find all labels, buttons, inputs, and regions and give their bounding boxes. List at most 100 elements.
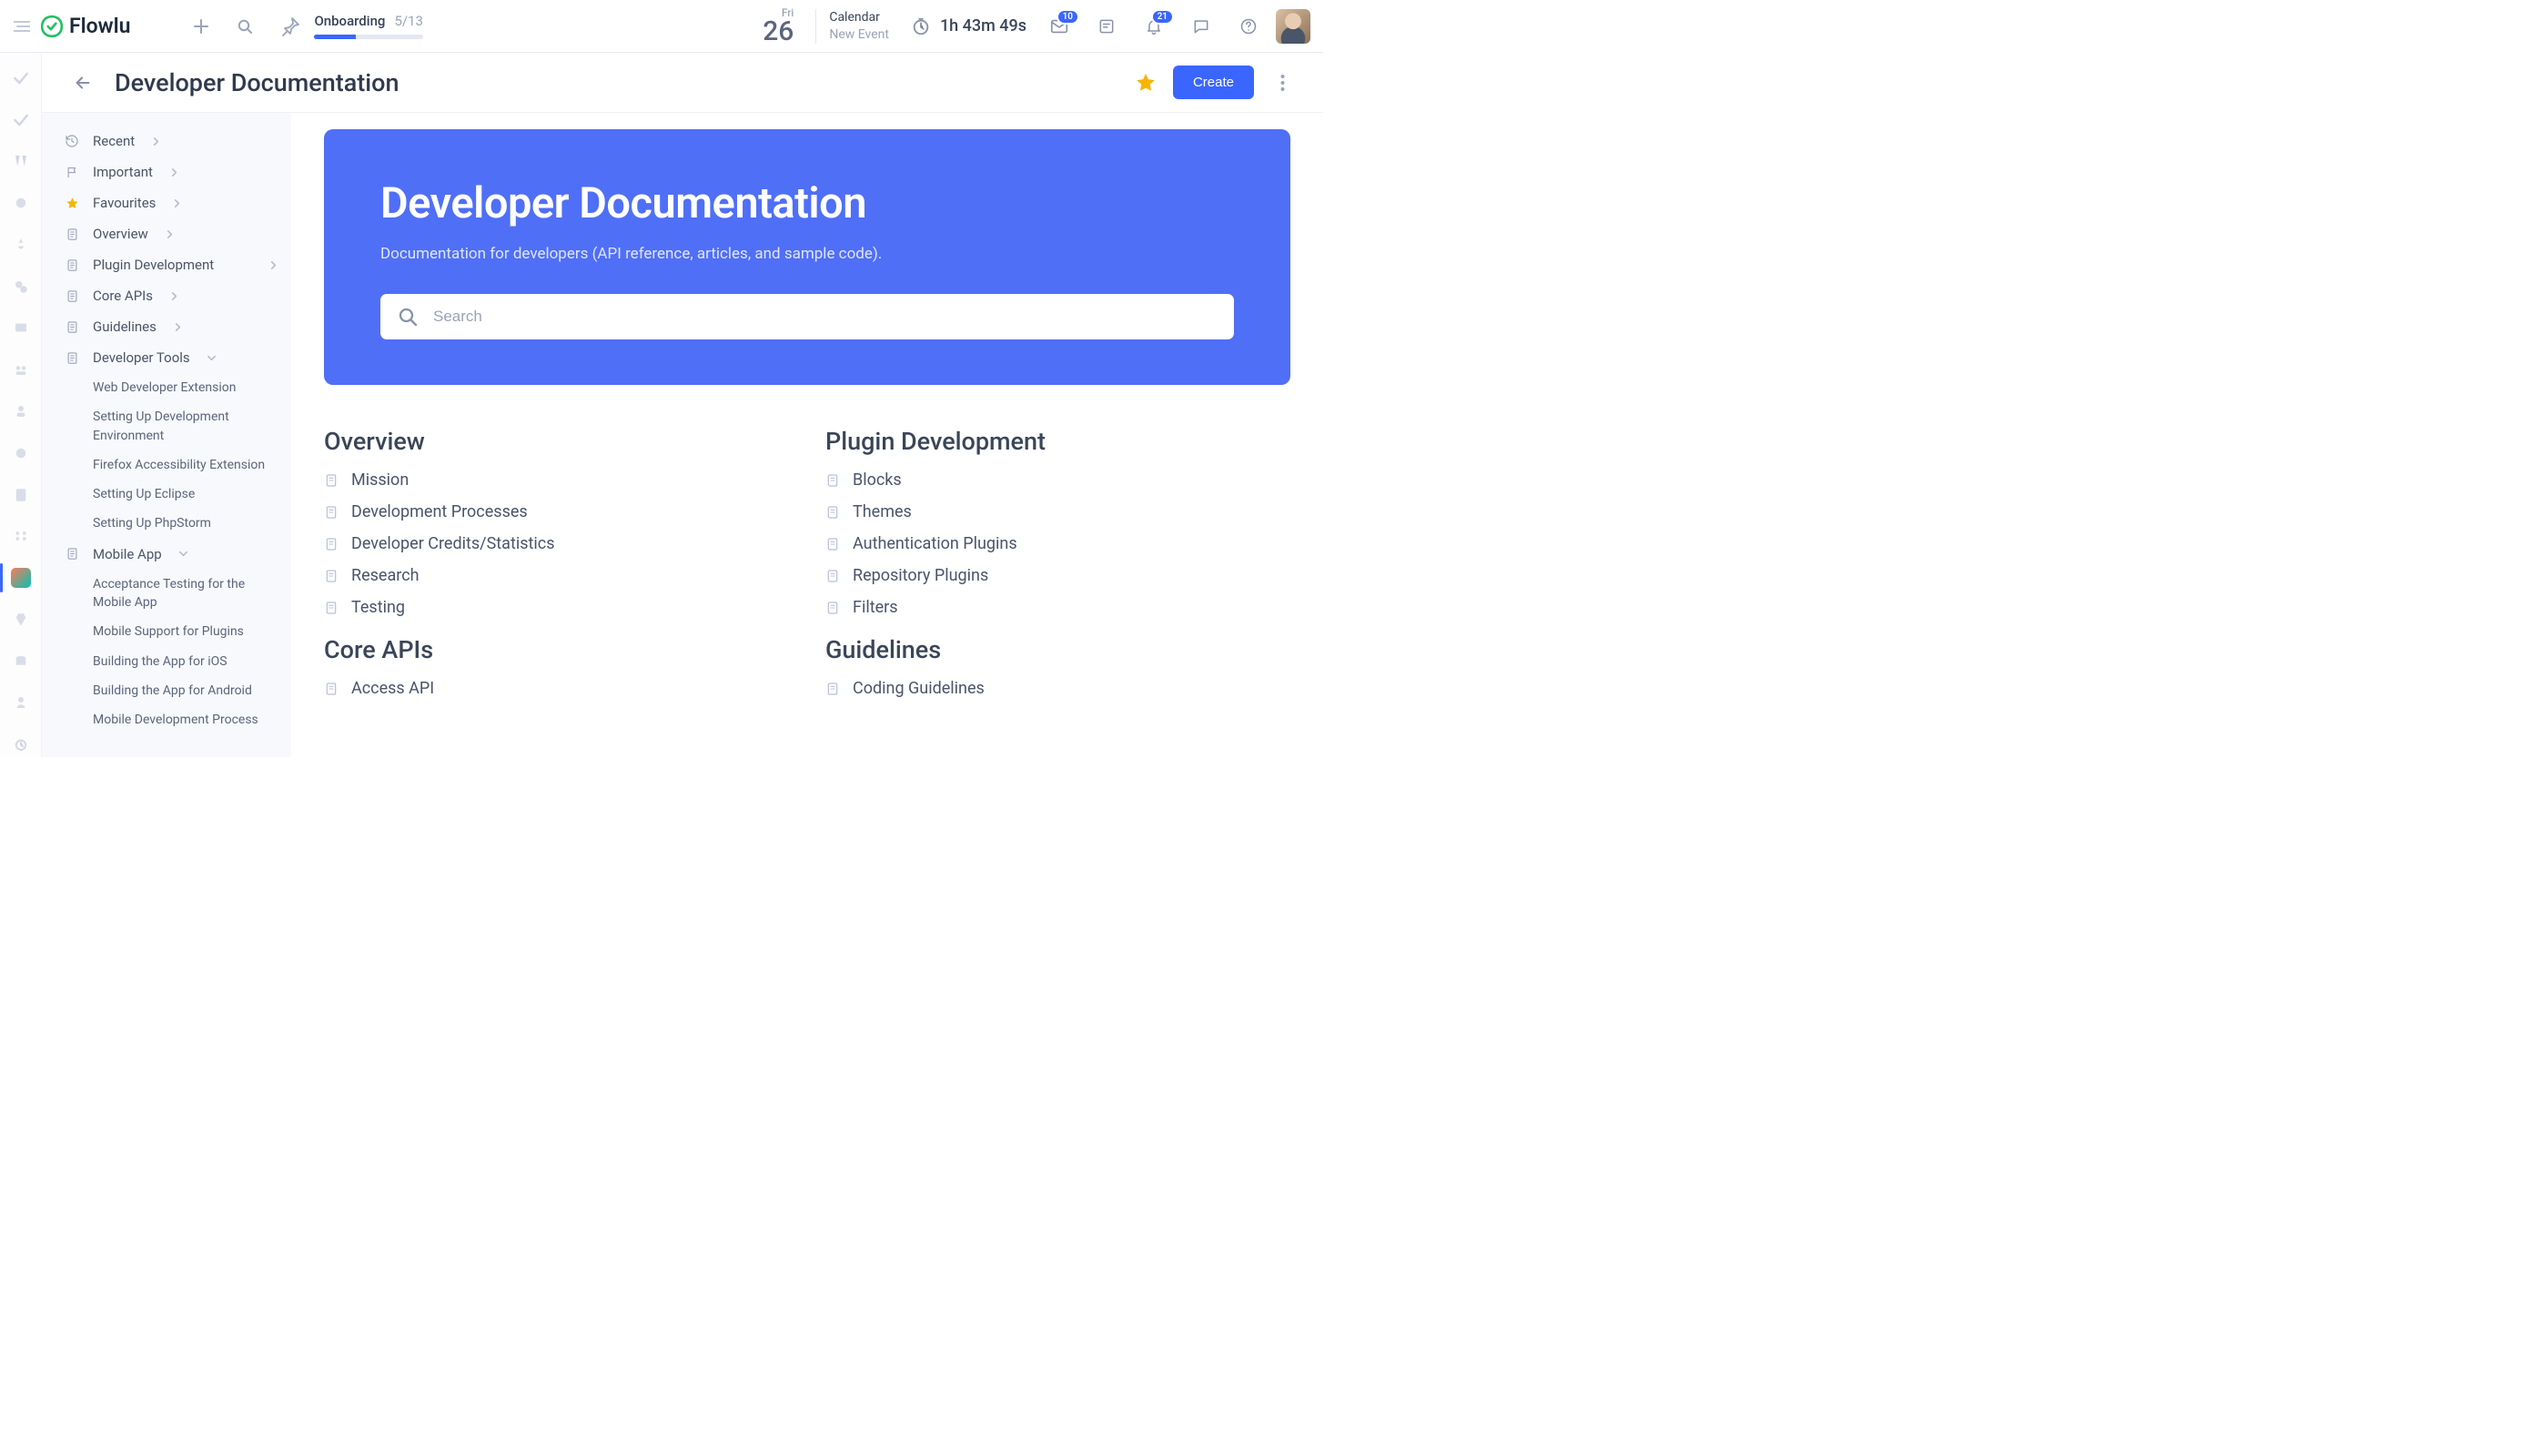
sidebar-sub-item[interactable]: Mobile Support for Plugins [42, 617, 291, 646]
notes-button[interactable] [1087, 6, 1127, 46]
hero-search[interactable] [380, 294, 1234, 339]
section-link[interactable]: Themes [825, 502, 1290, 521]
document-icon [825, 537, 840, 551]
sidebar-item-label: Overview [93, 226, 148, 242]
logo-icon [40, 15, 64, 38]
back-button[interactable] [67, 67, 98, 98]
timer-widget[interactable]: 1h 43m 49s [911, 16, 1026, 36]
document-icon [825, 473, 840, 488]
section-link-label: Mission [351, 470, 409, 490]
sidebar-item-label: Important [93, 164, 153, 180]
document-icon [324, 569, 339, 583]
calendar-new-event: New Event [829, 27, 889, 42]
add-button[interactable] [181, 6, 221, 46]
create-button[interactable]: Create [1173, 66, 1254, 99]
document-icon [324, 473, 339, 488]
onboarding-widget[interactable]: Onboarding 5/13 [279, 13, 423, 39]
section-title: Core APIs [324, 635, 789, 664]
flag-icon [64, 166, 80, 179]
search-button[interactable] [225, 6, 265, 46]
section-title: Plugin Development [825, 427, 1290, 456]
section-link[interactable]: Coding Guidelines [825, 679, 1290, 698]
rail-item[interactable] [8, 649, 34, 674]
sidebar-item-label: Core APIs [93, 288, 153, 304]
section-link[interactable]: Filters [825, 598, 1290, 617]
sidebar-sub-item[interactable]: Firefox Accessibility Extension [42, 450, 291, 480]
section-link[interactable]: Repository Plugins [825, 566, 1290, 585]
sidebar-sub-item[interactable]: Mobile Development Process [42, 705, 291, 734]
hero-title: Developer Documentation [380, 178, 1234, 228]
section-link-label: Coding Guidelines [853, 679, 985, 698]
sidebar-sub-item[interactable]: Acceptance Testing for the Mobile App [42, 570, 291, 618]
section: Core APIs Access API [324, 635, 789, 698]
rail-item[interactable] [8, 482, 34, 508]
sidebar-sub-item[interactable]: Building the App for Android [42, 676, 291, 705]
brand-name: Flowlu [69, 14, 130, 38]
section-link-label: Authentication Plugins [853, 534, 1017, 553]
search-input[interactable] [433, 308, 1218, 326]
rail-item-knowledge[interactable] [8, 565, 34, 591]
rail-item[interactable] [8, 274, 34, 299]
arrow-left-icon [73, 73, 93, 93]
rail-item[interactable] [8, 690, 34, 715]
avatar[interactable] [1276, 9, 1310, 44]
brand-logo[interactable]: Flowlu [40, 14, 130, 38]
sidebar-item[interactable]: Overview [42, 218, 291, 249]
rail-item[interactable] [8, 357, 34, 382]
sidebar-item[interactable]: Important [42, 157, 291, 187]
sidebar-item[interactable]: Developer Tools [42, 342, 291, 373]
rail-item[interactable] [8, 732, 34, 757]
date-widget[interactable]: Fri 26 [763, 7, 794, 46]
document-icon [825, 505, 840, 520]
star-icon [1135, 72, 1157, 94]
rail-item[interactable] [8, 316, 34, 341]
rail-item[interactable] [8, 107, 34, 133]
calendar-widget[interactable]: Calendar New Event [829, 10, 889, 42]
section-link[interactable]: Research [324, 566, 789, 585]
sidebar-item-label: Favourites [93, 195, 156, 211]
rail-item[interactable] [8, 523, 34, 549]
rail-item[interactable] [8, 232, 34, 258]
sidebar-item[interactable]: Mobile App [42, 539, 291, 570]
rail-item[interactable] [8, 66, 34, 91]
notifications-button[interactable]: 21 [1134, 6, 1174, 46]
rail-item[interactable] [8, 149, 34, 175]
more-button[interactable] [1267, 67, 1298, 98]
sidebar-item[interactable]: Core APIs [42, 280, 291, 311]
chat-button[interactable] [1181, 6, 1221, 46]
document-icon [825, 601, 840, 615]
section-link[interactable]: Access API [324, 679, 789, 698]
rail-item[interactable] [8, 399, 34, 424]
chat-icon [1192, 17, 1210, 35]
inbox-button[interactable]: 10 [1039, 6, 1079, 46]
timer-text: 1h 43m 49s [940, 16, 1026, 35]
section-link[interactable]: Authentication Plugins [825, 534, 1290, 553]
section-link[interactable]: Mission [324, 470, 789, 490]
rail-item[interactable] [8, 607, 34, 632]
page-header: Developer Documentation Create [42, 53, 1323, 113]
section-link-label: Themes [853, 502, 912, 521]
sidebar-item[interactable]: Favourites [42, 187, 291, 218]
help-button[interactable] [1228, 6, 1269, 46]
rail-item[interactable] [8, 440, 34, 466]
section-link-label: Blocks [853, 470, 902, 490]
sidebar-item[interactable]: Guidelines [42, 311, 291, 342]
history-icon [64, 134, 80, 148]
sidebar-sub-item[interactable]: Setting Up Development Environment [42, 402, 291, 450]
topbar: Flowlu Onboarding 5/13 Fri 26 Calendar N… [0, 0, 1323, 53]
sidebar-sub-item[interactable]: Building the App for iOS [42, 647, 291, 676]
section-link[interactable]: Blocks [825, 470, 1290, 490]
sidebar-item-label: Recent [93, 133, 135, 149]
sections-grid: OverviewMissionDevelopment ProcessesDeve… [324, 427, 1290, 698]
sidebar-sub-item[interactable]: Setting Up PhpStorm [42, 509, 291, 538]
sidebar-item[interactable]: Plugin Development [42, 249, 291, 280]
rail-item[interactable] [8, 190, 34, 216]
favourite-toggle[interactable] [1135, 72, 1157, 94]
section-link[interactable]: Testing [324, 598, 789, 617]
sidebar-sub-item[interactable]: Setting Up Eclipse [42, 480, 291, 509]
menu-toggle-icon[interactable] [9, 21, 35, 32]
section-link[interactable]: Development Processes [324, 502, 789, 521]
section-link[interactable]: Developer Credits/Statistics [324, 534, 789, 553]
sidebar-item[interactable]: Recent [42, 126, 291, 157]
sidebar-sub-item[interactable]: Web Developer Extension [42, 373, 291, 402]
